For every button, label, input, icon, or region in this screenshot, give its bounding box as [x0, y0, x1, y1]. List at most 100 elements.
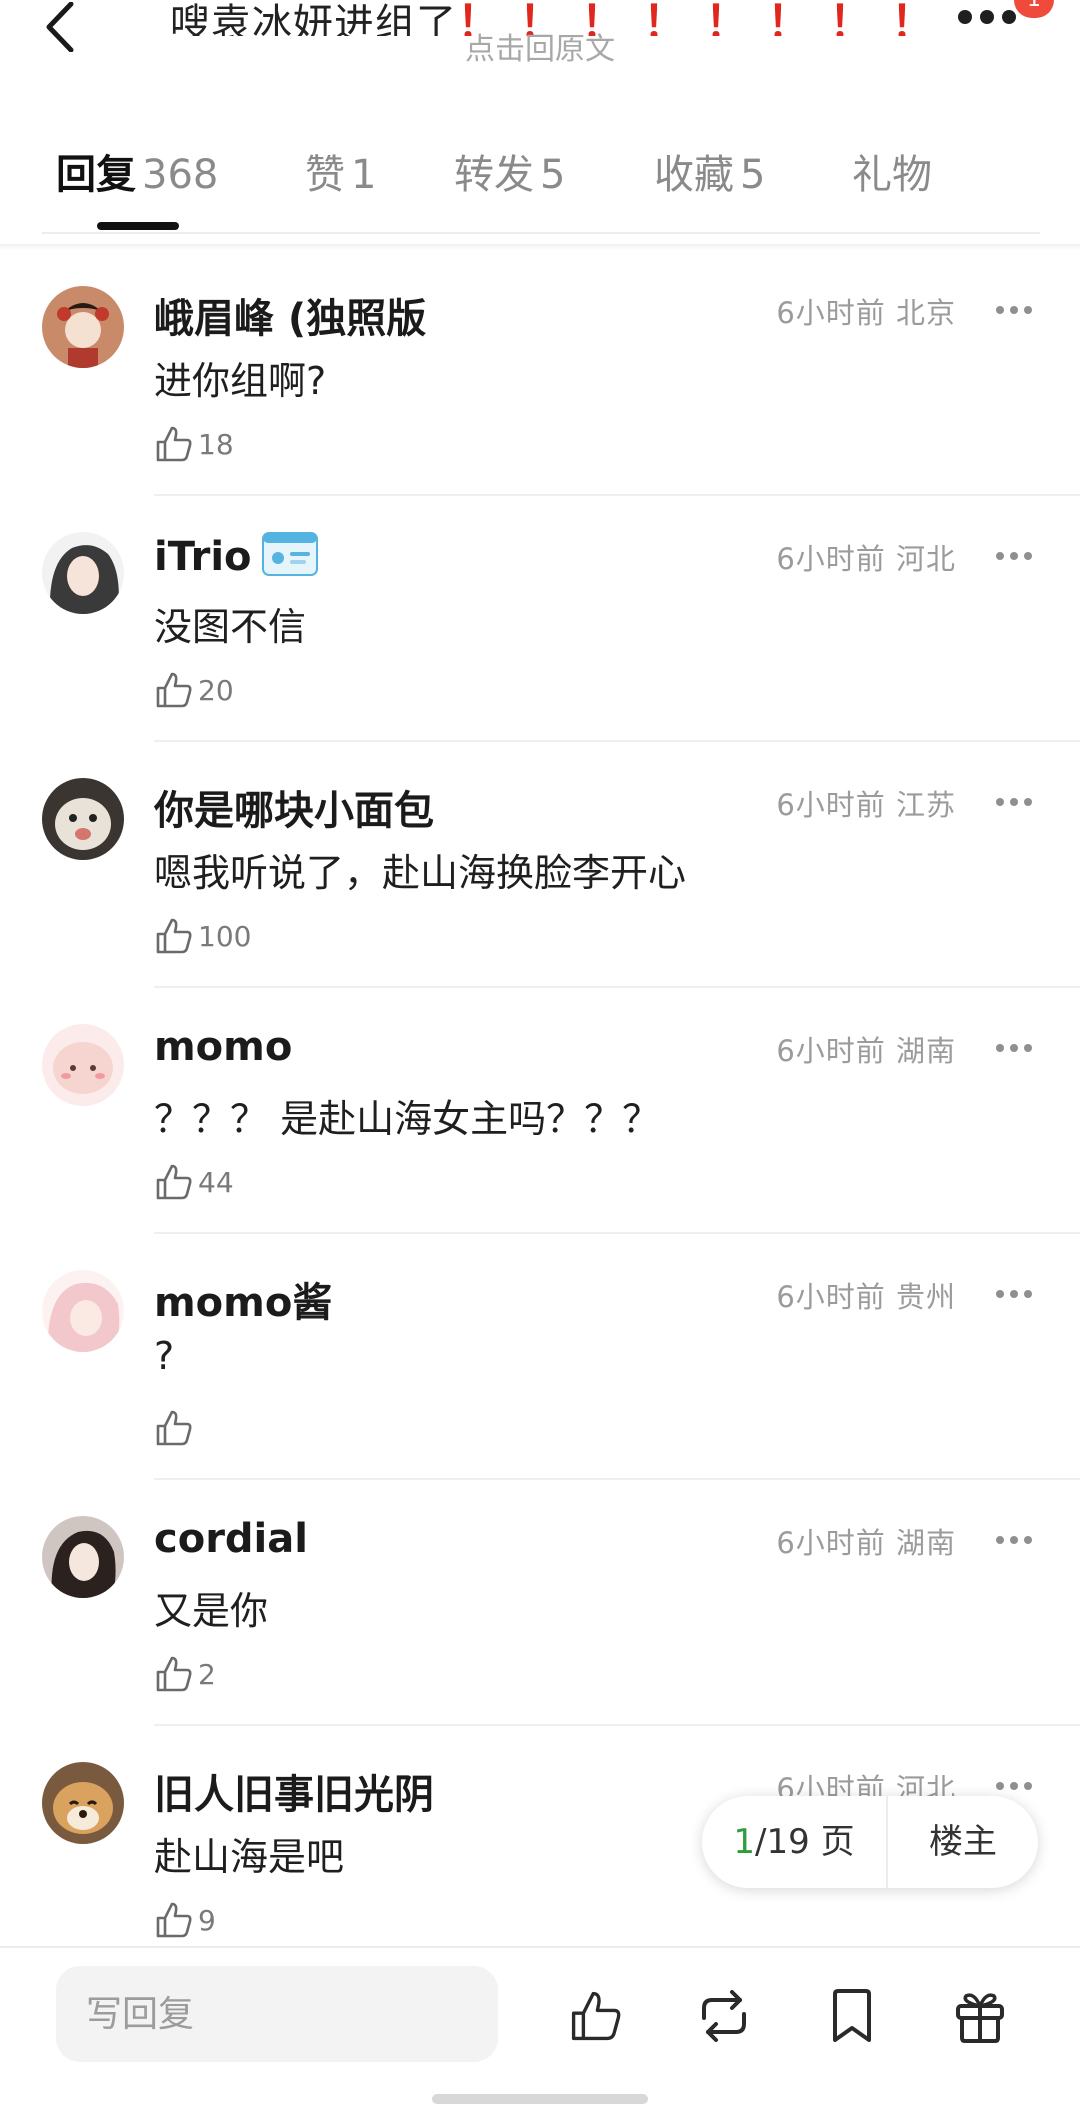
- comment-item[interactable]: 峨眉峰 (独照版 6小时前 北京 进你组啊? 18: [0, 250, 1080, 496]
- more-dot-icon: [1010, 1044, 1018, 1052]
- tab-count: 368: [142, 152, 219, 198]
- bookmark-button[interactable]: [822, 1986, 882, 2046]
- comment-username[interactable]: momo酱: [154, 1270, 332, 1328]
- comment-more-button[interactable]: [996, 1536, 1036, 1546]
- bookmark-icon: [833, 1989, 871, 2042]
- comment-more-button[interactable]: [996, 1782, 1036, 1792]
- avatar[interactable]: [42, 1270, 124, 1352]
- comment-more-button[interactable]: [996, 1290, 1036, 1300]
- thumbs-up-icon: [156, 918, 192, 954]
- comment-username[interactable]: 你是哪块小面包: [154, 778, 434, 836]
- like-button[interactable]: 20: [154, 666, 234, 714]
- like-count: 44: [198, 1165, 234, 1199]
- comment-username[interactable]: cordial: [154, 1516, 308, 1562]
- more-dot-icon: [1024, 1044, 1032, 1052]
- like-post-button[interactable]: [566, 1986, 626, 2046]
- comment-more-button[interactable]: [996, 1044, 1036, 1054]
- comment-username-text: iTrio: [154, 534, 252, 580]
- comment-meta: 6小时前 湖南: [776, 1034, 956, 1068]
- more-dot-icon: [980, 10, 994, 24]
- comment-text: 进你组啊?: [154, 359, 327, 403]
- tab-favorites[interactable]: 收藏 5: [654, 142, 765, 200]
- comment-username[interactable]: 峨眉峰 (独照版: [154, 286, 426, 344]
- tab-label: 回复: [56, 152, 136, 198]
- like-count: 20: [198, 673, 234, 707]
- page-indicator-button[interactable]: 1/19 页: [702, 1796, 886, 1888]
- tab-likes[interactable]: 赞1: [305, 142, 376, 200]
- avatar[interactable]: [42, 532, 124, 614]
- like-count: 9: [198, 1903, 216, 1937]
- avatar[interactable]: [42, 778, 124, 860]
- more-dot-icon: [996, 1290, 1004, 1298]
- like-button[interactable]: 18: [154, 420, 234, 468]
- tab-count: 1: [351, 152, 377, 198]
- more-dot-icon: [1010, 306, 1018, 314]
- gift-button[interactable]: [950, 1986, 1010, 2046]
- like-button[interactable]: 9: [154, 1896, 216, 1944]
- tab-reposts[interactable]: 转发 5: [454, 142, 565, 200]
- more-dot-icon: [996, 1782, 1004, 1790]
- page-navigator: 1/19 页 楼主: [702, 1796, 1038, 1888]
- total-pages: /19 页: [755, 1822, 855, 1862]
- comment-more-button[interactable]: [996, 552, 1036, 562]
- back-to-original-link[interactable]: 点击回原文: [0, 24, 1080, 68]
- more-dot-icon: [996, 306, 1004, 314]
- more-dot-icon: [1010, 798, 1018, 806]
- like-count: 2: [198, 1657, 216, 1691]
- more-dot-icon: [996, 1044, 1004, 1052]
- comment-item[interactable]: momo酱 6小时前 贵州 ?: [0, 1234, 1080, 1480]
- comment-username[interactable]: momo: [154, 1024, 292, 1070]
- thumbs-up-icon: [156, 1656, 192, 1692]
- tab-bar: 回复 368 赞1 转发 5 收藏 5 礼物: [0, 130, 1080, 230]
- thumbs-up-icon: [156, 1164, 192, 1200]
- more-dot-icon: [996, 552, 1004, 560]
- more-dot-icon: [1024, 1290, 1032, 1298]
- repost-icon: [702, 1990, 746, 2042]
- tab-label: 赞: [305, 152, 345, 198]
- comment-text: ?: [154, 1334, 175, 1378]
- comment-more-button[interactable]: [996, 798, 1036, 808]
- tab-count: 5: [540, 152, 566, 198]
- comment-username[interactable]: iTrio: [154, 532, 318, 586]
- comment-item[interactable]: 你是哪块小面包 6小时前 江苏 嗯我听说了，赴山海换脸李开心 100: [0, 742, 1080, 988]
- tab-count: 5: [740, 152, 766, 198]
- comment-meta: 6小时前 河北: [776, 542, 956, 576]
- comment-item[interactable]: iTrio 6小时前 河北 没图不信 20: [0, 496, 1080, 742]
- thumbs-up-icon: [156, 672, 192, 708]
- more-dot-icon: [1010, 1290, 1018, 1298]
- comment-more-button[interactable]: [996, 306, 1036, 316]
- comment-meta: 6小时前 贵州: [776, 1280, 956, 1314]
- thumbs-up-icon: [156, 1902, 192, 1938]
- top-nav-bar: 嗖袁冰妍进组了！！！！！！！！！… 点击回原文 1: [0, 0, 1080, 96]
- like-button[interactable]: 2: [154, 1650, 216, 1698]
- more-dot-icon: [1024, 306, 1032, 314]
- avatar[interactable]: [42, 1762, 124, 1844]
- current-page: 1: [733, 1822, 756, 1862]
- like-button[interactable]: 44: [154, 1158, 234, 1206]
- more-dot-icon: [1010, 1782, 1018, 1790]
- like-button[interactable]: 100: [154, 912, 251, 960]
- reply-input[interactable]: [56, 1966, 498, 2062]
- tab-gifts[interactable]: 礼物: [852, 142, 932, 200]
- comment-text: 又是你: [154, 1589, 269, 1633]
- more-dot-icon: [958, 10, 972, 24]
- repost-button[interactable]: [694, 1986, 754, 2046]
- more-dot-icon: [1002, 10, 1016, 24]
- comment-meta: 6小时前 湖南: [776, 1526, 956, 1560]
- tab-replies[interactable]: 回复 368: [56, 142, 218, 200]
- tab-label: 收藏: [654, 152, 734, 198]
- like-button[interactable]: [154, 1404, 198, 1452]
- like-count: 18: [198, 427, 234, 461]
- avatar[interactable]: [42, 286, 124, 368]
- owner-only-button[interactable]: 楼主: [888, 1796, 1038, 1888]
- comment-item[interactable]: cordial 6小时前 湖南 又是你 2: [0, 1480, 1080, 1726]
- comment-text: 嗯我听说了，赴山海换脸李开心: [154, 851, 687, 895]
- comment-item[interactable]: momo 6小时前 湖南 ？？？ 是赴山海女主吗？？？ 44: [0, 988, 1080, 1234]
- avatar[interactable]: [42, 1024, 124, 1106]
- avatar[interactable]: [42, 1516, 124, 1598]
- thumbs-up-icon: [156, 426, 192, 462]
- id-card-icon: [261, 532, 318, 586]
- tab-label: 礼物: [852, 152, 932, 198]
- tabs-divider: [42, 232, 1040, 234]
- comment-username[interactable]: 旧人旧事旧光阴: [154, 1762, 434, 1820]
